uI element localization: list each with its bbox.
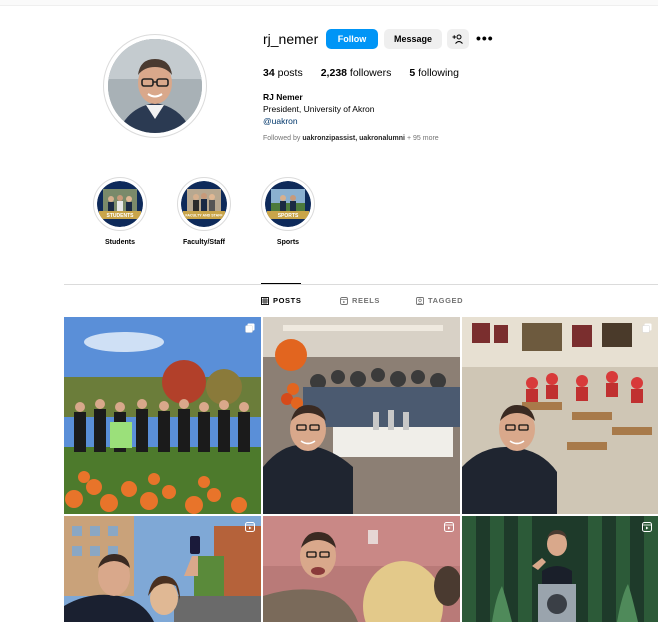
posts-count: 34	[263, 67, 275, 79]
highlight-label: Faculty/Staff	[182, 239, 225, 246]
carousel-icon	[245, 323, 255, 333]
post-image-event	[263, 516, 460, 622]
highlight-cover: SPORTS	[265, 181, 311, 227]
highlight-cover: STUDENTS	[97, 181, 143, 227]
tab-tagged-label: TAGGED	[428, 296, 464, 305]
followed-by[interactable]: Followed by uakronzipassist, uakronalumn…	[263, 135, 439, 142]
active-tab-indicator	[261, 283, 301, 284]
post-tile[interactable]	[462, 317, 658, 514]
tagged-icon	[416, 296, 424, 305]
post-tile[interactable]	[64, 317, 261, 514]
post-image-reception	[263, 317, 460, 514]
followed-by-names: uakronzipassist, uakronalumni	[302, 135, 406, 142]
highlight-label: Sports	[276, 239, 300, 246]
followed-by-more: + 95 more	[406, 135, 439, 142]
post-tile[interactable]	[263, 317, 460, 514]
highlight-badge-text: STUDENTS	[107, 213, 135, 219]
post-tile[interactable]	[263, 516, 460, 622]
profile-stats: 34 posts 2,238 followers 5 following	[263, 67, 477, 79]
following-count: 5	[409, 67, 416, 79]
highlight-cover: FACULTY AND STAFF	[181, 181, 227, 227]
post-image-selfie	[64, 516, 261, 622]
profile-full-name: RJ Nemer	[263, 92, 303, 102]
tab-posts[interactable]: POSTS	[261, 296, 301, 305]
tab-posts-label: POSTS	[273, 296, 302, 305]
tab-reels[interactable]: REELS	[340, 296, 380, 305]
following-stat[interactable]: 5 following	[409, 67, 459, 79]
reel-icon	[444, 522, 454, 532]
highlight-sports[interactable]: SPORTS Sports	[261, 177, 315, 246]
highlight-ring: FACULTY AND STAFF	[177, 177, 231, 231]
highlight-label: Students	[105, 239, 135, 246]
profile-username: rj_nemer	[263, 31, 319, 47]
highlight-badge-text: SPORTS	[278, 213, 299, 219]
follow-button[interactable]: Follow	[326, 29, 378, 49]
post-tile[interactable]	[462, 516, 658, 622]
carousel-icon	[642, 323, 652, 333]
post-image-podium	[462, 516, 658, 622]
tab-reels-label: REELS	[352, 296, 381, 305]
grid-icon	[261, 296, 269, 305]
post-image-classroom	[462, 317, 658, 514]
add-person-icon	[452, 34, 463, 44]
tab-tagged[interactable]: TAGGED	[416, 296, 463, 305]
highlight-ring: STUDENTS	[93, 177, 147, 231]
avatar-image	[108, 39, 202, 133]
posts-stat[interactable]: 34 posts	[263, 67, 303, 79]
followers-label: followers	[349, 67, 392, 79]
followers-stat[interactable]: 2,238 followers	[321, 67, 392, 79]
top-bar	[0, 0, 658, 6]
following-label: following	[418, 67, 459, 79]
highlight-badge-text: FACULTY AND STAFF	[185, 214, 223, 218]
followers-count: 2,238	[320, 67, 347, 79]
highlight-faculty-staff[interactable]: FACULTY AND STAFF Faculty/Staff	[177, 177, 231, 246]
followed-by-prefix: Followed by	[263, 135, 301, 142]
bio-mention-link[interactable]: @uakron	[263, 116, 298, 126]
more-options-icon[interactable]: •••	[476, 30, 494, 46]
post-tile[interactable]	[64, 516, 261, 622]
reels-icon	[340, 296, 348, 305]
profile-bio: President, University of Akron	[263, 104, 375, 114]
message-button[interactable]: Message	[384, 29, 442, 49]
posts-label: posts	[277, 67, 303, 79]
post-image-pumpkins	[64, 317, 261, 514]
tabs-divider	[64, 284, 658, 285]
suggest-user-button[interactable]	[447, 29, 469, 49]
highlight-ring: SPORTS	[261, 177, 315, 231]
reel-icon	[245, 522, 255, 532]
reel-icon	[642, 522, 652, 532]
profile-avatar[interactable]	[103, 34, 207, 138]
highlight-students[interactable]: STUDENTS Students	[93, 177, 147, 246]
